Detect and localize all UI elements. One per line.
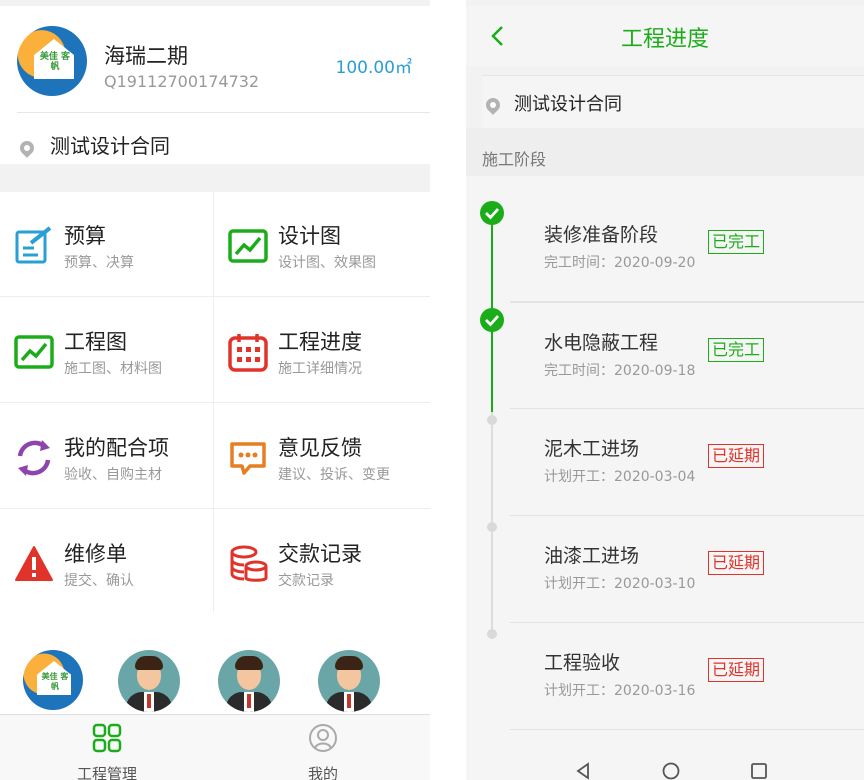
company-logo: 美佳 客帆	[17, 26, 87, 96]
progress-screen: 工程进度 测试设计合同 施工阶段 装修准备阶段 完工时间：2020-09-20 …	[466, 0, 864, 780]
menu-title: 工程进度	[278, 330, 362, 354]
stage-item[interactable]: 装修准备阶段 完工时间：2020-09-20 已完工	[510, 195, 864, 302]
function-menu-grid: 预算 预算、决算 设计图 设计图、效果图 工程图 施工图、材料图 工程进度 施工…	[0, 192, 430, 612]
section-header: 施工阶段	[466, 128, 864, 176]
menu-item-repair-order[interactable]: 维修单 提交、确认	[0, 510, 213, 614]
stage-date: 计划开工：2020-03-04	[544, 469, 696, 485]
calendar-icon	[228, 334, 268, 372]
system-navigation-bar	[466, 750, 864, 780]
divider	[17, 112, 430, 113]
stage-date: 完工时间：2020-09-18	[544, 363, 696, 379]
menu-title: 工程图	[64, 330, 127, 354]
project-address: 测试设计合同	[17, 130, 170, 159]
pending-dot-icon	[487, 629, 497, 639]
stage-date: 完工时间：2020-09-20	[544, 255, 696, 271]
page-title: 工程进度	[620, 27, 709, 52]
stage-name: 油漆工进场	[544, 545, 640, 567]
grid-divider	[0, 508, 430, 509]
stage-name: 水电隐蔽工程	[544, 332, 659, 354]
system-back-icon[interactable]	[574, 762, 592, 780]
grid-divider	[0, 402, 430, 403]
coins-database-icon	[230, 545, 268, 582]
menu-item-feedback[interactable]: 意见反馈 建议、投诉、变更	[214, 404, 427, 508]
project-area: 100.00㎡	[335, 58, 412, 78]
image-chart-icon	[14, 335, 54, 369]
status-badge: 已延期	[708, 444, 765, 468]
bottom-tab-bar: 工程管理 我的	[0, 714, 430, 780]
menu-subtitle: 验收、自购主材	[64, 467, 162, 483]
project-code: Q19112700174732	[104, 72, 260, 91]
menu-subtitle: 设计图、效果图	[278, 255, 376, 271]
menu-subtitle: 施工图、材料图	[64, 361, 162, 377]
team-avatars: 美佳 客帆	[0, 612, 430, 716]
location-pin-icon	[17, 138, 37, 158]
address-text: 测试设计合同	[514, 94, 622, 115]
menu-item-design-drawings[interactable]: 设计图 设计图、效果图	[214, 192, 427, 296]
stage-item[interactable]: 油漆工进场 计划开工：2020-03-10 已延期	[510, 516, 864, 623]
tab-mine[interactable]: 我的	[263, 723, 383, 780]
image-chart-icon	[228, 229, 268, 263]
project-name: 海瑞二期	[104, 44, 188, 68]
system-home-icon[interactable]	[662, 762, 680, 780]
menu-subtitle: 交款记录	[278, 573, 334, 589]
user-profile-icon	[309, 724, 337, 752]
tab-label: 我的	[307, 765, 338, 780]
stage-name: 装修准备阶段	[544, 224, 659, 246]
status-badge: 已延期	[708, 658, 765, 682]
completed-check-icon	[480, 201, 504, 225]
status-badge: 已完工	[708, 230, 765, 254]
status-badge: 已完工	[708, 338, 765, 362]
status-badge: 已延期	[708, 551, 765, 575]
contract-address-row: 测试设计合同	[482, 75, 864, 128]
stage-item[interactable]: 工程验收 计划开工：2020-03-16 已延期	[510, 623, 864, 730]
menu-title: 意见反馈	[278, 436, 362, 460]
staff-avatar[interactable]	[318, 650, 380, 712]
top-app-bar: 工程进度	[466, 6, 864, 66]
completed-check-icon	[480, 308, 504, 332]
warning-icon	[15, 546, 53, 581]
system-recents-icon[interactable]	[750, 762, 768, 780]
menu-subtitle: 建议、投诉、变更	[278, 467, 390, 483]
menu-title: 预算	[64, 224, 106, 248]
tab-label: 工程管理	[76, 765, 137, 780]
grid-divider	[0, 296, 430, 297]
stage-timeline: 装修准备阶段 完工时间：2020-09-20 已完工 水电隐蔽工程 完工时间：2…	[466, 176, 864, 750]
menu-title: 维修单	[64, 542, 127, 566]
location-pin-icon	[483, 95, 503, 115]
section-title: 施工阶段	[482, 150, 547, 169]
stage-name: 泥木工进场	[544, 438, 640, 460]
logo-text: 美佳 客帆	[41, 672, 69, 691]
tab-project-management[interactable]: 工程管理	[47, 723, 167, 780]
address-text: 测试设计合同	[50, 134, 170, 158]
stage-item[interactable]: 泥木工进场 计划开工：2020-03-04 已延期	[510, 409, 864, 516]
menu-title: 我的配合项	[64, 436, 169, 460]
grid-apps-icon	[92, 723, 122, 753]
stage-date: 计划开工：2020-03-16	[544, 683, 696, 699]
stage-date: 计划开工：2020-03-10	[544, 576, 696, 592]
menu-item-progress[interactable]: 工程进度 施工详细情况	[214, 298, 427, 402]
staff-avatar[interactable]	[118, 650, 180, 712]
address: 测试设计合同	[483, 90, 622, 116]
menu-subtitle: 提交、确认	[64, 573, 134, 589]
menu-item-payment-records[interactable]: 交款记录 交款记录	[214, 510, 427, 614]
menu-title: 设计图	[278, 224, 341, 248]
project-card[interactable]: 美佳 客帆 海瑞二期 Q19112700174732 100.00㎡ 测试设计合…	[0, 6, 430, 164]
menu-title: 交款记录	[278, 542, 362, 566]
chat-bubble-icon	[230, 442, 266, 475]
company-avatar[interactable]: 美佳 客帆	[23, 650, 83, 710]
staff-avatar[interactable]	[218, 650, 280, 712]
menu-item-budget[interactable]: 预算 预算、决算	[0, 192, 213, 296]
edit-document-icon	[15, 226, 52, 264]
menu-item-engineering-drawings[interactable]: 工程图 施工图、材料图	[0, 298, 213, 402]
pending-dot-icon	[487, 522, 497, 532]
project-home-screen: 美佳 客帆 海瑞二期 Q19112700174732 100.00㎡ 测试设计合…	[0, 0, 430, 780]
logo-text: 美佳 客帆	[39, 52, 71, 72]
refresh-cycle-icon	[17, 440, 51, 476]
menu-subtitle: 预算、决算	[64, 255, 134, 271]
stage-item[interactable]: 水电隐蔽工程 完工时间：2020-09-18 已完工	[510, 302, 864, 409]
pending-dot-icon	[487, 415, 497, 425]
stage-name: 工程验收	[544, 652, 621, 674]
menu-item-my-cooperation[interactable]: 我的配合项 验收、自购主材	[0, 404, 213, 508]
menu-subtitle: 施工详细情况	[278, 361, 362, 377]
